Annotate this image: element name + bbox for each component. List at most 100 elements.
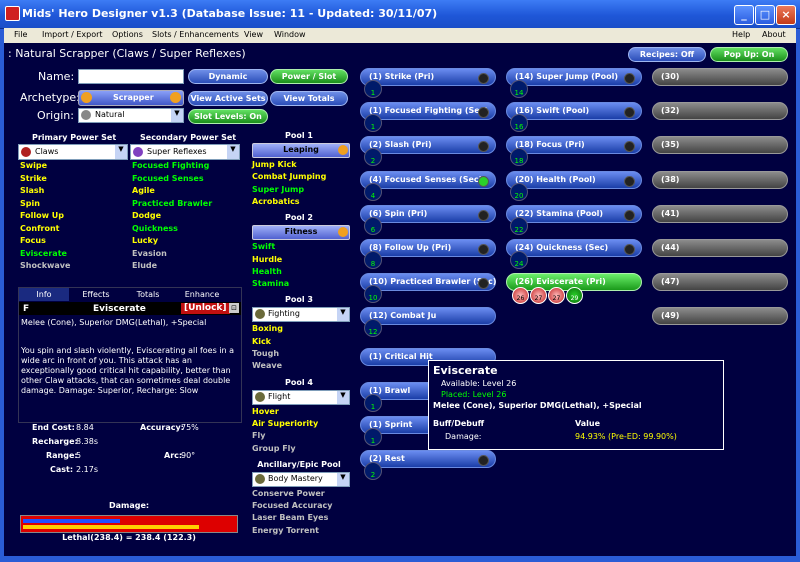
pool-power-item[interactable]: Super Jump <box>252 185 304 194</box>
popup-toggle-button[interactable]: Pop Up: On <box>710 47 788 62</box>
empty-slot-icon <box>478 455 489 467</box>
secondary-power-item[interactable]: Lucky <box>132 236 158 245</box>
slot-col3[interactable]: (44) <box>652 239 788 257</box>
slot-col3[interactable]: (38) <box>652 170 788 189</box>
dynamic-button[interactable]: Dynamic <box>188 69 268 84</box>
close-button[interactable]: × <box>776 5 796 25</box>
pool-power-item[interactable]: Stamina <box>252 279 289 288</box>
stat-value: 75% <box>181 423 199 432</box>
menu-help[interactable]: Help <box>732 30 750 39</box>
stat-label: Range: <box>46 451 78 460</box>
view-active-sets-button[interactable]: View Active Sets <box>188 91 268 106</box>
maximize-button[interactable]: □ <box>755 5 775 25</box>
pool-power-item[interactable]: Swift <box>252 242 275 251</box>
recipes-toggle-button[interactable]: Recipes: Off <box>628 47 706 62</box>
primary-power-item[interactable]: Shockwave <box>20 261 70 270</box>
pool-set-select[interactable]: Flight ▼ <box>252 389 350 405</box>
enhancement-slot[interactable]: 27 <box>548 287 565 305</box>
menu-window[interactable]: Window <box>274 30 306 39</box>
primary-power-item[interactable]: Slash <box>20 186 44 195</box>
primary-power-item[interactable]: Follow Up <box>20 211 64 220</box>
slot-col3[interactable]: (47) <box>652 273 788 292</box>
pool-power-item[interactable]: Health <box>252 267 282 276</box>
pool-set-select[interactable]: Leaping <box>252 143 350 158</box>
pool-power-item[interactable]: Combat Jumping <box>252 172 326 181</box>
slot-label: (4) Focused Senses (Sec) <box>369 174 483 184</box>
slot-label: (20) Health (Pool) <box>515 174 596 184</box>
popout-icon[interactable]: ⊡ <box>229 303 239 313</box>
pool-power-item[interactable]: Fly <box>252 431 265 440</box>
tab-info[interactable]: Info <box>19 288 69 301</box>
pool-power-item[interactable]: Boxing <box>252 324 283 333</box>
primary-power-item[interactable]: Spin <box>20 199 40 208</box>
name-input[interactable] <box>78 69 184 84</box>
secondary-power-item[interactable]: Quickness <box>132 224 178 233</box>
primary-set-select[interactable]: Claws ▼ <box>18 144 128 160</box>
primary-power-item[interactable]: Focus <box>20 236 46 245</box>
pool-power-item[interactable]: Kick <box>252 337 271 346</box>
slot-label: (14) Super Jump (Pool) <box>515 72 618 81</box>
menu-view[interactable]: View <box>244 30 263 39</box>
minimize-button[interactable]: _ <box>734 5 754 25</box>
primary-power-item[interactable]: Eviscerate <box>20 249 67 258</box>
tab-effects[interactable]: Effects <box>71 288 121 301</box>
secondary-power-item[interactable]: Agile <box>132 186 155 195</box>
menu-about[interactable]: About <box>762 30 786 39</box>
pool-power-item[interactable]: Jump Kick <box>252 160 297 169</box>
pool-power-item[interactable]: Hurdle <box>252 255 282 264</box>
secondary-power-item[interactable]: Focused Fighting <box>132 161 209 170</box>
secondary-set-select[interactable]: Super Reflexes ▼ <box>130 144 240 160</box>
archetype-select[interactable]: Scrapper <box>78 90 184 106</box>
enhancement-slot[interactable]: 27 <box>530 287 547 305</box>
pool-power-item[interactable]: Focused Accuracy <box>252 501 332 510</box>
pool-set-select[interactable]: Fighting ▼ <box>252 307 350 323</box>
secondary-power-item[interactable]: Elude <box>132 261 157 270</box>
pool-power-item[interactable]: Hover <box>252 407 279 416</box>
menu-slots-enhancements[interactable]: Slots / Enhancements <box>152 30 239 39</box>
slot-level: 12 <box>364 319 382 338</box>
slot-level: 18 <box>510 148 528 167</box>
secondary-power-item[interactable]: Dodge <box>132 211 161 220</box>
secondary-power-item[interactable]: Focused Senses <box>132 174 204 183</box>
pool-power-item[interactable]: Air Superiority <box>252 419 318 428</box>
slot-col3[interactable]: (32) <box>652 102 788 121</box>
pool-power-item[interactable]: Conserve Power <box>252 489 325 498</box>
pool-power-item[interactable]: Laser Beam Eyes <box>252 513 328 522</box>
primary-power-item[interactable]: Strike <box>20 174 47 183</box>
title-bar[interactable]: Mids' Hero Designer v1.3 (Database Issue… <box>0 0 800 29</box>
secondary-power-item[interactable]: Evasion <box>132 249 167 258</box>
primary-power-item[interactable]: Confront <box>20 224 60 233</box>
tab-totals[interactable]: Totals <box>123 288 173 301</box>
pool-power-item[interactable]: Acrobatics <box>252 197 300 206</box>
unlock-button[interactable]: [Unlock] <box>181 303 230 314</box>
power-slot-button[interactable]: Power / Slot <box>270 69 348 84</box>
slot-level: 16 <box>510 114 528 133</box>
tab-enhance[interactable]: Enhance <box>175 288 229 301</box>
enhancement-icon <box>478 175 489 187</box>
menu-import-export[interactable]: Import / Export <box>42 30 103 39</box>
enhancement-slot[interactable]: 29 <box>566 287 583 305</box>
menu-file[interactable]: File <box>14 30 27 39</box>
slot-level: 24 <box>510 251 528 269</box>
chevron-down-icon: ▼ <box>227 145 239 159</box>
slot-levels-button[interactable]: Slot Levels: On <box>188 109 268 124</box>
menu-options[interactable]: Options <box>112 30 143 39</box>
slot-col3[interactable]: (49) <box>652 307 788 326</box>
slot-col3[interactable]: (30) <box>652 68 788 86</box>
pool-power-item[interactable]: Group Fly <box>252 444 296 453</box>
pool-power-item[interactable]: Energy Torrent <box>252 526 319 535</box>
enhancement-slot[interactable]: 26 <box>512 287 529 305</box>
pool-set-select[interactable]: Body Mastery ▼ <box>252 471 350 487</box>
pool-power-item[interactable]: Weave <box>252 361 282 370</box>
view-totals-button[interactable]: View Totals <box>270 91 348 106</box>
origin-select[interactable]: Natural ▼ <box>78 108 184 123</box>
slot-col3[interactable]: (35) <box>652 136 788 155</box>
info-panel: Info Effects Totals Enhance F Eviscerate… <box>18 287 242 423</box>
slot-col3[interactable]: (41) <box>652 204 788 223</box>
slot-label: (49) <box>661 311 680 321</box>
pool-set-select[interactable]: Fitness <box>252 225 350 241</box>
primary-power-item[interactable]: Swipe <box>20 161 47 170</box>
pool-power-item[interactable]: Tough <box>252 349 279 358</box>
secondary-power-item[interactable]: Practiced Brawler <box>132 199 212 208</box>
stat-label: Accuracy: <box>140 423 184 432</box>
